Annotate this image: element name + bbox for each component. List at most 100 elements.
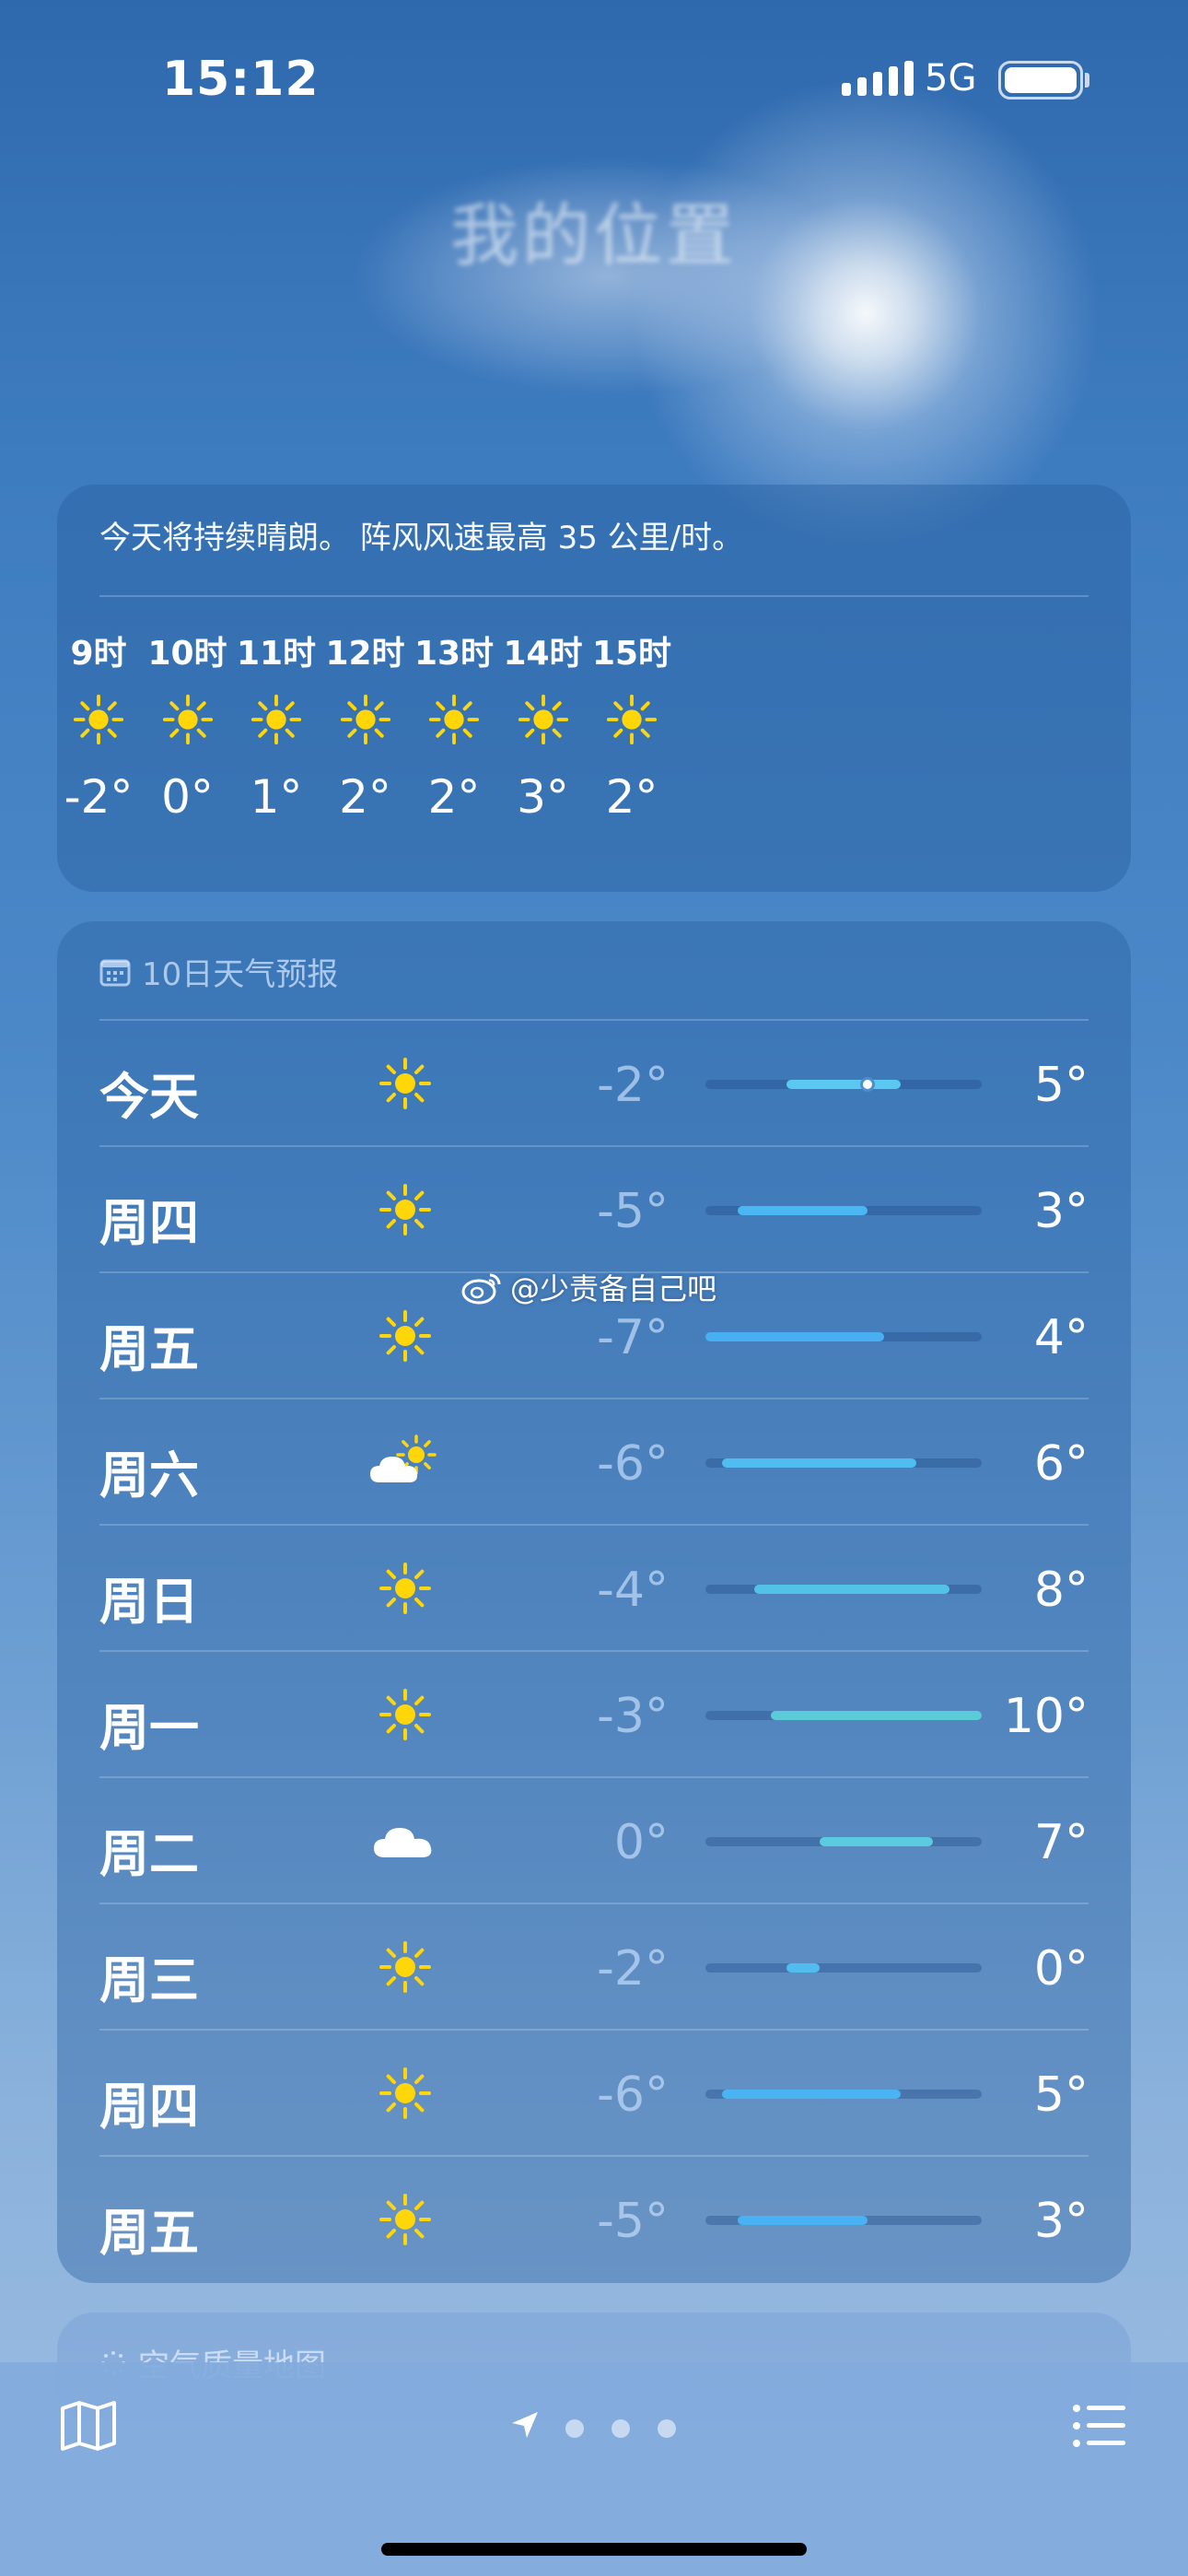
- day-name: 周四: [99, 2078, 199, 2136]
- sun-icon: [379, 1563, 431, 1614]
- page-dot[interactable]: [565, 2419, 584, 2438]
- forecast-day-row[interactable]: 周三 -2° 0°: [99, 1904, 1089, 2031]
- temp-range-fill: [786, 1080, 901, 1089]
- day-icon-wrap: [368, 2192, 442, 2247]
- hourly-summary: 今天将持续晴朗。 阵风风速最高 35 公里/时。: [99, 520, 744, 556]
- forecast-day-row[interactable]: 周五 -5° 3°: [99, 2157, 1089, 2283]
- forecast-day-row[interactable]: 今天 -2° 5°: [99, 1021, 1089, 1147]
- current-temp-dot: [860, 1077, 876, 1092]
- location-arrow-icon[interactable]: [510, 2410, 540, 2440]
- day-low-temp: -2°: [597, 1941, 669, 1996]
- day-name: 周五: [99, 1320, 199, 1378]
- page-dot[interactable]: [611, 2419, 630, 2438]
- day-high-temp: 0°: [1033, 1941, 1089, 1996]
- day-low-temp: -6°: [597, 1436, 669, 1492]
- watermark-text: @少责备自己吧: [510, 1271, 717, 1306]
- day-name: 周六: [99, 1446, 199, 1505]
- temp-range-bar: [705, 1206, 982, 1215]
- sun-icon: [379, 1941, 431, 1993]
- day-high-temp: 10°: [1003, 1689, 1089, 1744]
- forecast-day-row[interactable]: 周日 -4° 8°: [99, 1526, 1089, 1652]
- sun-icon: [379, 2067, 431, 2119]
- sun-icon: [162, 694, 213, 745]
- temp-range-bar: [705, 2090, 982, 2099]
- temp-range-fill: [738, 1206, 868, 1215]
- home-indicator[interactable]: [381, 2543, 807, 2556]
- ten-day-forecast-card[interactable]: 10日天气预报 今天 -2° 5° 周四 -5° 3° 周五 -7° 4° 周六…: [57, 921, 1131, 2283]
- page-dot[interactable]: [658, 2419, 676, 2438]
- sun-icon: [379, 1058, 431, 1109]
- status-time: 15:12: [162, 52, 320, 107]
- temp-range-bar: [705, 1711, 982, 1720]
- temp-range-fill: [705, 1332, 885, 1341]
- ten-day-title: 10日天气预报: [142, 956, 339, 993]
- day-name: 周一: [99, 1699, 199, 1757]
- forecast-day-row[interactable]: 周一 -3° 10°: [99, 1652, 1089, 1778]
- day-low-temp: -7°: [597, 1310, 669, 1365]
- hour-label: 15时: [591, 635, 672, 673]
- day-high-temp: 7°: [1033, 1815, 1089, 1870]
- sun-icon: [379, 1184, 431, 1235]
- day-high-temp: 4°: [1033, 1310, 1089, 1365]
- day-high-temp: 8°: [1033, 1563, 1089, 1618]
- day-high-temp: 3°: [1033, 2194, 1089, 2249]
- sun-icon: [518, 694, 568, 745]
- day-high-temp: 5°: [1033, 1058, 1089, 1113]
- temp-range-bar: [705, 1332, 982, 1341]
- day-low-temp: -6°: [597, 2067, 669, 2123]
- forecast-day-row[interactable]: 周六 -6° 6°: [99, 1399, 1089, 1526]
- calendar-icon: [99, 959, 131, 986]
- temp-range-fill: [753, 1585, 949, 1594]
- location-title[interactable]: 我的位置: [0, 181, 1188, 279]
- day-icon-wrap: [368, 2066, 442, 2121]
- day-icon-wrap: [368, 1056, 442, 1111]
- day-icon-wrap: [368, 1687, 442, 1742]
- day-low-temp: -2°: [597, 1058, 669, 1113]
- forecast-day-row[interactable]: 周二 0° 7°: [99, 1778, 1089, 1904]
- partly-cloudy-icon: [370, 1434, 437, 1482]
- temp-range-fill: [770, 1711, 982, 1720]
- day-name: 周四: [99, 1194, 199, 1252]
- hourly-item: 15时 2°: [572, 626, 692, 824]
- temp-range-bar: [705, 1585, 982, 1594]
- sun-icon: [379, 2194, 431, 2245]
- sun-icon: [379, 1689, 431, 1740]
- day-icon-wrap: [368, 1308, 442, 1364]
- day-icon-wrap: [368, 1939, 442, 1995]
- temp-range-bar: [705, 1837, 982, 1846]
- sun-icon: [340, 694, 390, 745]
- sun-icon: [73, 694, 124, 745]
- temp-range-bar: [705, 1458, 982, 1468]
- hourly-forecast-card[interactable]: 今天将持续晴朗。 阵风风速最高 35 公里/时。 9时 -2° 10时 0° 11时 1°…: [57, 485, 1131, 892]
- day-name: 周三: [99, 1951, 199, 2009]
- day-icon-wrap: [368, 1561, 442, 1616]
- sun-icon: [379, 1310, 431, 1362]
- temp-range-bar: [705, 2216, 982, 2225]
- battery-icon: [998, 61, 1083, 100]
- weibo-icon: [461, 1273, 501, 1305]
- network-type: 5G: [925, 57, 977, 100]
- day-low-temp: -4°: [597, 1563, 669, 1618]
- map-icon[interactable]: [59, 2399, 118, 2453]
- sun-icon: [428, 694, 480, 745]
- status-bar: 15:12 5G: [0, 0, 1188, 157]
- battery-cap: [1085, 73, 1089, 88]
- temp-range-fill: [721, 1458, 917, 1468]
- forecast-day-row[interactable]: 周四 -6° 5°: [99, 2031, 1089, 2157]
- day-low-temp: -5°: [597, 2194, 669, 2249]
- temp-range-fill: [721, 2090, 901, 2099]
- day-high-temp: 5°: [1033, 2067, 1089, 2123]
- temp-range-fill: [738, 2216, 868, 2225]
- day-name: 周日: [99, 1573, 199, 1631]
- day-name: 周五: [99, 2204, 199, 2262]
- forecast-day-row[interactable]: 周四 -5° 3°: [99, 1147, 1089, 1273]
- sun-icon: [606, 694, 658, 745]
- divider: [99, 595, 1089, 597]
- list-icon[interactable]: [1072, 2403, 1127, 2449]
- temp-range-fill: [786, 1963, 820, 1973]
- cellular-signal-icon: [842, 61, 914, 96]
- hour-temp: 2°: [605, 770, 658, 824]
- temp-range-fill: [819, 1837, 934, 1846]
- day-low-temp: 0°: [613, 1815, 669, 1870]
- day-name: 周二: [99, 1825, 199, 1883]
